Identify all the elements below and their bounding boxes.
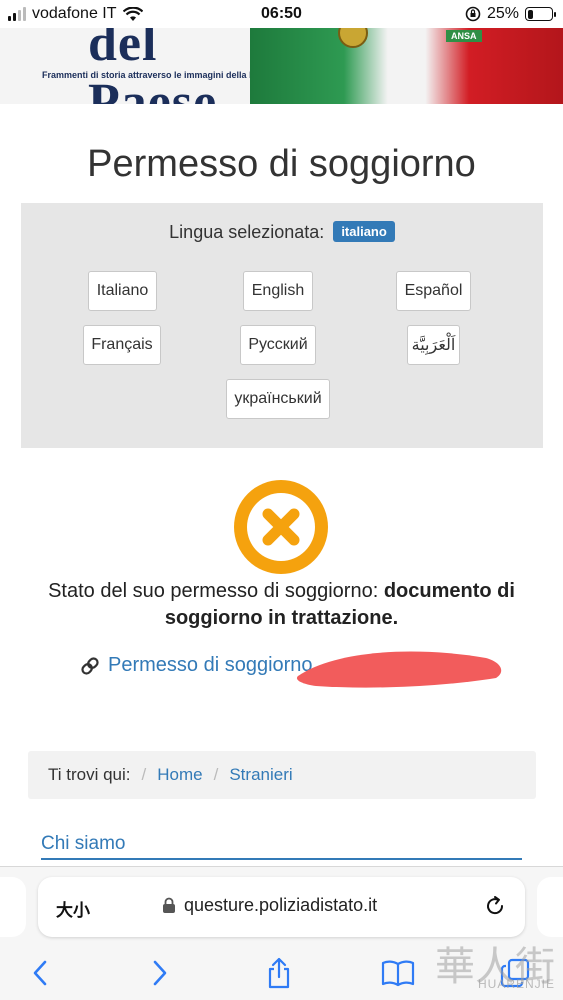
language-button-ukrainian[interactable]: український [226,379,330,419]
watermark-text: HUARENJIE [477,977,555,991]
permit-status-message: Stato del suo permesso di soggiorno: doc… [20,578,543,632]
url-text[interactable]: questure.poliziadistato.it [184,895,377,916]
permit-link[interactable]: Permesso di soggiorno [80,654,313,677]
lock-icon [163,897,175,913]
breadcrumb: Ti trovi qui: / Home / Stranieri [28,751,536,799]
redaction-mark [296,651,502,688]
previous-tab-preview[interactable] [0,877,26,937]
banner-flag-image: ANSA [250,28,563,104]
ansa-label: ANSA [446,30,482,42]
breadcrumb-home-link[interactable]: Home [157,765,202,785]
battery-icon [525,7,556,21]
chevron-right-icon [153,960,167,986]
address-bar[interactable]: 大小 questure.poliziadistato.it [38,877,525,937]
status-bar-right: 25% [465,5,556,23]
next-tab-preview[interactable] [537,877,563,937]
breadcrumb-separator: / [213,765,219,784]
page-title: Permesso di soggiorno [87,143,476,185]
chi-siamo-heading[interactable]: Chi siamo [41,833,522,860]
book-icon [381,960,415,987]
language-button-russian[interactable]: Русский [240,325,316,365]
language-button-english[interactable]: English [243,271,313,311]
chevron-left-icon [33,960,47,986]
language-panel: Lingua selezionata: italiano Italiano En… [21,203,543,448]
site-banner[interactable]: del Paese Frammenti di storia attraverso… [0,28,563,104]
permit-link-text[interactable]: Permesso di soggiorno [108,654,313,677]
close-icon [262,508,300,546]
battery-level [527,9,534,19]
status-bar: vodafone IT 06:50 25% [0,0,563,30]
language-selected-label: Lingua selezionata: [169,222,325,242]
bookmarks-button[interactable] [380,955,416,991]
breadcrumb-stranieri-link[interactable]: Stranieri [229,765,292,785]
reload-icon[interactable] [483,894,507,918]
language-button-arabic[interactable]: اَلْعَرَبِيَّة [407,325,460,365]
language-button-espanol[interactable]: Español [396,271,471,311]
back-button[interactable] [22,955,58,991]
battery-percentage: 25% [486,5,519,22]
forward-button[interactable] [142,955,178,991]
link-icon [81,656,99,675]
language-button-francais[interactable]: Français [83,325,161,365]
emblem-icon [338,28,368,48]
language-selected-badge: italiano [333,221,395,242]
share-button[interactable] [261,955,297,991]
banner-subtitle: Frammenti di storia attraverso le immagi… [42,70,278,80]
breadcrumb-label: Ti trovi qui: [48,765,131,784]
share-icon [268,957,290,989]
language-button-italiano[interactable]: Italiano [88,271,157,311]
breadcrumb-separator: / [141,765,147,784]
text-size-button[interactable]: 大小 [56,896,90,921]
rotation-lock-icon [465,6,481,22]
banner-logo-area: del Paese Frammenti di storia attraverso… [0,28,278,104]
permit-status-prefix: Stato del suo permesso di soggiorno: [48,580,379,602]
error-status-icon [234,480,328,574]
language-selected-row: Lingua selezionata: italiano [21,221,543,243]
banner-brand: del Paese [88,28,218,104]
